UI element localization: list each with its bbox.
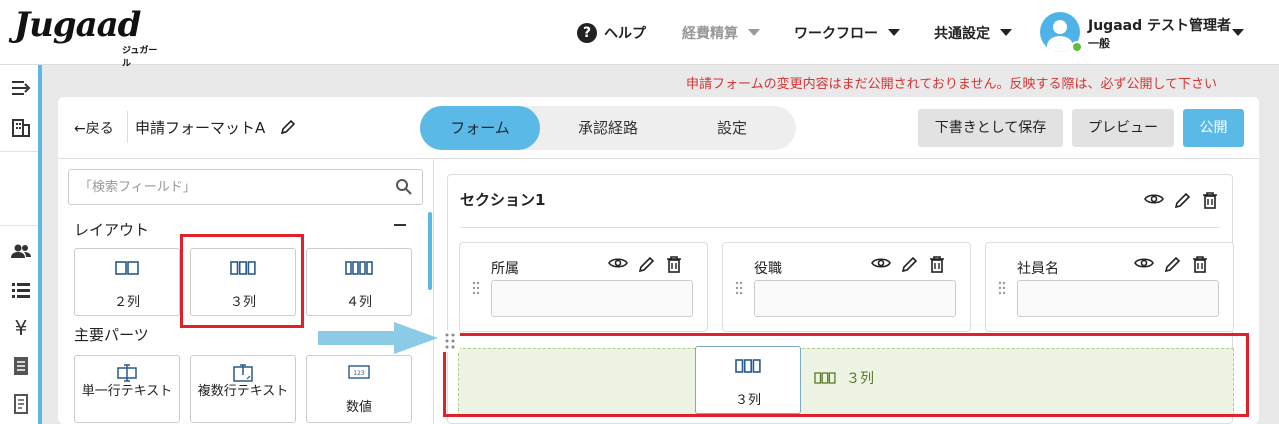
nav-settings-label: 共通設定 (934, 25, 990, 42)
layout-tile-four-column[interactable]: ４列 (306, 248, 412, 316)
preview-button[interactable]: プレビュー (1072, 109, 1174, 147)
field-card[interactable]: 所属 (459, 242, 708, 332)
eye-icon[interactable] (608, 255, 628, 273)
search-icon[interactable] (395, 178, 413, 196)
online-status-icon (1071, 41, 1083, 53)
tab-approval-route[interactable]: 承認経路 (548, 106, 668, 150)
field-label: 所属 (491, 261, 519, 277)
logo-text: Jugaad (14, 5, 141, 45)
eye-icon[interactable] (871, 255, 891, 273)
trash-icon[interactable] (1202, 191, 1218, 209)
top-bar: Jugaad ジュガール ? ヘルプ 経費精算 ワークフロー 共通設定 Juga… (0, 0, 1279, 69)
user-menu-chevron-icon[interactable] (1232, 29, 1244, 36)
nav-expense-label: 経費精算 (682, 25, 738, 42)
tile-label: ２列 (113, 295, 140, 310)
document-icon[interactable] (10, 355, 32, 377)
palette-scrollbar[interactable] (428, 212, 432, 290)
pencil-icon[interactable] (638, 255, 656, 273)
layout-tile-two-column[interactable]: ２列 (74, 248, 180, 316)
user-name[interactable]: Jugaad テスト管理者 (1088, 15, 1231, 35)
field-input-preview (491, 280, 693, 317)
nav-workflow[interactable]: ワークフロー (794, 0, 900, 65)
tile-label: 複数行テキスト (197, 384, 289, 399)
editor-tabs: フォーム 承認経路 設定 (420, 106, 796, 150)
field-actions (871, 255, 945, 273)
trash-icon[interactable] (1192, 255, 1208, 273)
chevron-down-icon (748, 29, 760, 36)
trash-icon[interactable] (929, 255, 945, 273)
unpublished-warning: 申請フォームの変更内容はまだ公開されておりません。反映する際は、必ず公開して下さ… (686, 77, 1218, 92)
arrow-right-icon (318, 322, 440, 354)
field-actions (608, 255, 682, 273)
nav-expense[interactable]: 経費精算 (682, 0, 760, 65)
section-title: セクション1 (460, 191, 546, 209)
help-link[interactable]: ? ヘルプ (577, 0, 646, 65)
field-input-preview (754, 280, 956, 317)
parts-tile-multi-line-text[interactable]: 複数行テキスト (190, 355, 296, 423)
field-label: 役職 (754, 261, 782, 277)
chevron-down-icon (1000, 29, 1012, 36)
tab-settings[interactable]: 設定 (672, 106, 792, 150)
tab-form[interactable]: フォーム (420, 106, 540, 150)
number-icon: 123 (307, 364, 411, 382)
multi-line-text-icon (191, 364, 295, 382)
pencil-icon[interactable] (1164, 255, 1182, 273)
form-canvas: セクション1 所属 役職 社員名 ３列 ３列 (435, 160, 1259, 424)
highlight-box (180, 234, 304, 328)
pencil-icon[interactable] (1174, 191, 1192, 209)
collapse-icon[interactable] (394, 224, 406, 226)
user-role: 一般 (1088, 37, 1110, 50)
layout-section-title: レイアウト (74, 221, 150, 239)
drag-handle-icon[interactable] (472, 281, 480, 295)
field-label: 社員名 (1017, 261, 1059, 277)
form-name: 申請フォーマットA (135, 119, 266, 137)
tile-label: 数値 (345, 400, 372, 415)
tile-label: ４列 (345, 295, 372, 310)
single-line-text-icon (75, 364, 179, 382)
form-editor-card: ←戻る 申請フォーマットA フォーム 承認経路 設定 下書きとして保存 プレビュ… (58, 97, 1259, 424)
back-link[interactable]: ←戻る (74, 118, 114, 138)
field-search[interactable] (68, 169, 423, 205)
svg-text:123: 123 (353, 370, 365, 377)
editor-toolbar: ←戻る 申請フォーマットA フォーム 承認経路 設定 下書きとして保存 プレビュ… (58, 97, 1259, 159)
two-column-icon (75, 261, 179, 279)
search-input[interactable] (69, 170, 369, 204)
eye-icon[interactable] (1144, 191, 1164, 209)
edit-name-pencil-icon[interactable] (280, 119, 296, 135)
nav-workflow-label: ワークフロー (794, 25, 878, 42)
building-icon[interactable] (10, 117, 32, 139)
receipt-icon[interactable] (10, 393, 32, 415)
list-icon[interactable] (10, 279, 32, 301)
drag-handle-icon[interactable] (998, 281, 1006, 295)
app-logo[interactable]: Jugaad ジュガール (14, 5, 164, 69)
help-label: ヘルプ (604, 25, 646, 42)
drag-handle-icon[interactable] (735, 281, 743, 295)
publish-button[interactable]: 公開 (1183, 109, 1244, 147)
nav-common-settings[interactable]: 共通設定 (934, 0, 1012, 65)
tile-label: 単一行テキスト (81, 384, 173, 399)
main-parts-section-title: 主要パーツ (74, 326, 149, 344)
four-column-icon (307, 261, 411, 279)
help-icon: ? (577, 22, 597, 43)
field-card[interactable]: 社員名 (985, 242, 1234, 332)
trash-icon[interactable] (666, 255, 682, 273)
eye-icon[interactable] (1134, 255, 1154, 273)
expand-menu-icon[interactable] (10, 77, 32, 99)
pencil-icon[interactable] (901, 255, 919, 273)
side-rail: ¥ (0, 65, 42, 424)
logo-subtext: ジュガール (122, 46, 158, 69)
section-actions (1144, 191, 1218, 209)
parts-tile-number[interactable]: 123 数値 (306, 355, 412, 423)
field-card[interactable]: 役職 (722, 242, 971, 332)
users-icon[interactable] (10, 240, 32, 262)
chevron-down-icon (888, 29, 900, 36)
save-draft-button[interactable]: 下書きとして保存 (918, 109, 1063, 147)
field-actions (1134, 255, 1208, 273)
parts-tile-single-line-text[interactable]: 単一行テキスト (74, 355, 180, 423)
field-input-preview (1017, 280, 1219, 317)
drag-handle-icon[interactable] (440, 330, 460, 352)
yen-icon[interactable]: ¥ (10, 317, 32, 339)
field-palette: レイアウト ２列 ３列 ４列 主要パーツ (58, 160, 434, 424)
highlight-box (443, 333, 1249, 417)
